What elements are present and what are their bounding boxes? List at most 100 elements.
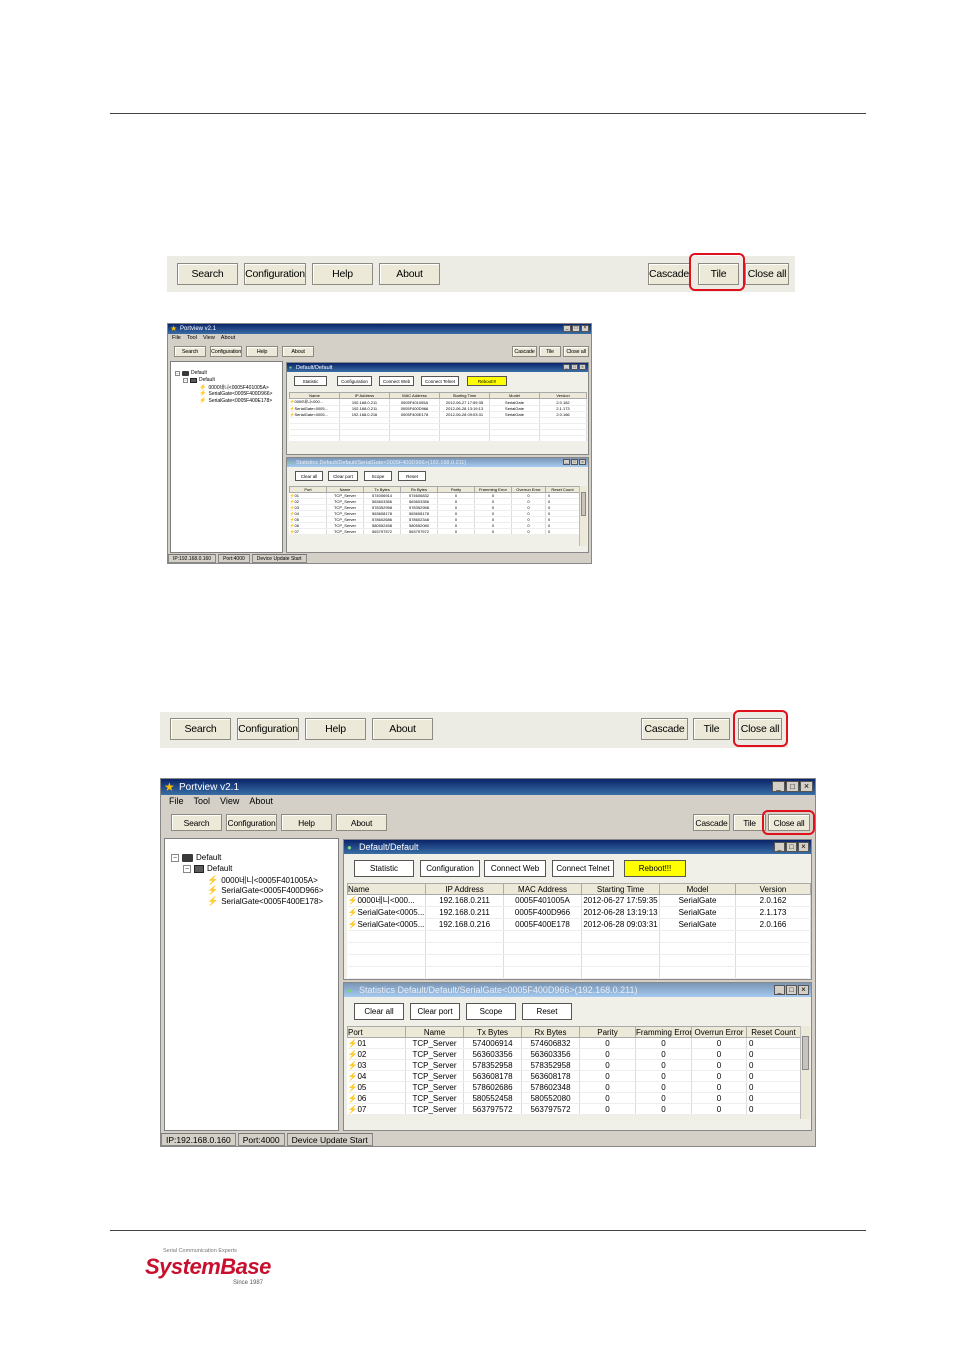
close-icon[interactable]: × [579, 364, 586, 370]
column-header[interactable]: Tx Bytes [463, 1026, 522, 1038]
collapse-icon[interactable]: − [183, 377, 188, 383]
column-header[interactable]: Port [347, 1026, 406, 1038]
tile-button[interactable]: Tile [539, 346, 561, 357]
help-button[interactable]: Help [281, 814, 332, 831]
close-all-button[interactable]: Close all [745, 263, 789, 285]
configuration-button[interactable]: Configuration [237, 718, 299, 740]
about-button[interactable]: About [372, 718, 433, 740]
column-header[interactable]: IP Address [425, 883, 504, 895]
column-header[interactable]: MAC Address [503, 883, 582, 895]
menu-tool[interactable]: Tool [194, 796, 211, 809]
collapse-icon[interactable]: − [175, 370, 180, 376]
tree-root-label[interactable]: Default [196, 853, 221, 862]
close-icon[interactable]: × [798, 842, 809, 852]
help-button[interactable]: Help [246, 346, 278, 357]
clear-all-button[interactable]: Clear all [354, 1003, 404, 1020]
reboot-button[interactable]: Reboot!!! [624, 860, 686, 877]
column-header[interactable]: Framming Error [635, 1026, 692, 1038]
column-header[interactable]: Model [659, 883, 736, 895]
scope-button[interactable]: Scope [466, 1003, 516, 1020]
configuration-button[interactable]: Configuration [337, 376, 372, 386]
connect-telnet-button[interactable]: Connect Telnet [421, 376, 459, 386]
statistic-button[interactable]: Statistic [294, 376, 327, 386]
minimize-icon[interactable]: _ [563, 459, 570, 465]
column-header[interactable]: Overrun Error [511, 486, 546, 493]
tree-group-label[interactable]: Default [199, 377, 215, 383]
about-button[interactable]: About [379, 263, 440, 285]
menu-about[interactable]: About [249, 796, 273, 809]
column-header[interactable]: Name [405, 1026, 464, 1038]
table-row[interactable]: ⚡0000네니<000... 192.168.0.211 0005F401005… [347, 894, 811, 907]
menu-file[interactable]: File [172, 335, 181, 343]
connect-telnet-button[interactable]: Connect Telnet [552, 860, 614, 877]
configuration-button[interactable]: Configuration [244, 263, 306, 285]
scrollbar[interactable] [579, 486, 587, 546]
column-header[interactable]: Parity [579, 1026, 636, 1038]
close-icon[interactable]: × [579, 459, 586, 465]
about-button[interactable]: About [336, 814, 387, 831]
table-row[interactable]: ⚡07 TCP_Server 563797572 563797572 0 0 0 0 [289, 528, 580, 535]
maximize-icon[interactable]: □ [571, 364, 578, 370]
table-row[interactable]: ⚡04 TCP_Server 563608178 563608178 0 0 0 0 [347, 1070, 801, 1082]
clear-port-button[interactable]: Clear port [410, 1003, 460, 1020]
search-button[interactable]: Search [170, 718, 231, 740]
about-button[interactable]: About [282, 346, 314, 357]
table-row[interactable]: ⚡02 TCP_Server 563603356 563603356 0 0 0 0 [347, 1048, 801, 1060]
search-button[interactable]: Search [174, 346, 206, 357]
scrollbar-thumb[interactable] [802, 1036, 809, 1070]
configuration-button[interactable]: Configuration [226, 814, 277, 831]
configuration-button[interactable]: Configuration [420, 860, 480, 877]
clear-port-button[interactable]: Clear port [328, 471, 358, 481]
minimize-icon[interactable]: _ [563, 325, 571, 332]
cascade-button[interactable]: Cascade [512, 346, 537, 357]
table-row[interactable]: ⚡0000네니<000... 192.168.0.211 0005F401005… [289, 398, 587, 406]
table-row[interactable]: ⚡SerialGate<0005... 192.168.0.211 0005F4… [347, 906, 811, 919]
close-icon[interactable]: × [798, 985, 809, 995]
tree-device[interactable]: SerialGate<0005F400D966> [208, 391, 272, 397]
scrollbar[interactable] [800, 1026, 810, 1119]
tree-device[interactable]: 0000네니<0005F401005A> [208, 384, 268, 391]
table-row[interactable]: ⚡01 TCP_Server 574006914 574606832 0 0 0 0 [347, 1037, 801, 1049]
close-icon[interactable]: × [581, 325, 589, 332]
clear-all-button[interactable]: Clear all [295, 471, 323, 481]
menu-view[interactable]: View [220, 796, 239, 809]
help-button[interactable]: Help [312, 263, 373, 285]
menu-about[interactable]: About [221, 335, 235, 343]
help-button[interactable]: Help [305, 718, 366, 740]
connect-web-button[interactable]: Connect Web [484, 860, 546, 877]
tree-root-label[interactable]: Default [191, 370, 207, 376]
maximize-icon[interactable]: □ [571, 459, 578, 465]
column-header[interactable]: Starting Time [581, 883, 660, 895]
scope-button[interactable]: Scope [364, 471, 392, 481]
column-header[interactable]: Framming Error [474, 486, 512, 493]
tree-group-label[interactable]: Default [207, 864, 232, 873]
cascade-button[interactable]: Cascade [693, 814, 730, 831]
tree-device[interactable]: SerialGate<0005F400D966> [221, 886, 323, 895]
minimize-icon[interactable]: _ [774, 842, 785, 852]
connect-web-button[interactable]: Connect Web [379, 376, 414, 386]
reboot-button[interactable]: Reboot!!! [467, 376, 507, 386]
scrollbar-thumb[interactable] [581, 492, 586, 516]
collapse-icon[interactable]: − [171, 853, 179, 862]
tree-device[interactable]: SerialGate<0005F400E178> [221, 897, 323, 906]
minimize-icon[interactable]: _ [774, 985, 785, 995]
maximize-icon[interactable]: □ [786, 781, 799, 792]
column-header[interactable]: Overrun Error [691, 1026, 747, 1038]
reset-button[interactable]: Reset [522, 1003, 572, 1020]
search-button[interactable]: Search [177, 263, 238, 285]
tree-device[interactable]: SerialGate<0005F400E178> [208, 398, 272, 404]
tile-button[interactable]: Tile [693, 718, 730, 740]
minimize-icon[interactable]: _ [772, 781, 785, 792]
search-button[interactable]: Search [171, 814, 222, 831]
collapse-icon[interactable]: − [183, 864, 191, 873]
statistic-button[interactable]: Statistic [354, 860, 414, 877]
column-header[interactable]: Reset Count [746, 1026, 801, 1038]
column-header[interactable]: Version [735, 883, 811, 895]
column-header[interactable]: Name [347, 883, 426, 895]
column-header[interactable]: Rx Bytes [521, 1026, 580, 1038]
table-row[interactable]: ⚡05 TCP_Server 578602686 578602348 0 0 0 0 [347, 1081, 801, 1093]
minimize-icon[interactable]: _ [563, 364, 570, 370]
reset-button[interactable]: Reset [398, 471, 426, 481]
table-row[interactable]: ⚡06 TCP_Server 580552458 580552080 0 0 0 0 [347, 1092, 801, 1104]
configuration-button[interactable]: Configuration [210, 346, 242, 357]
